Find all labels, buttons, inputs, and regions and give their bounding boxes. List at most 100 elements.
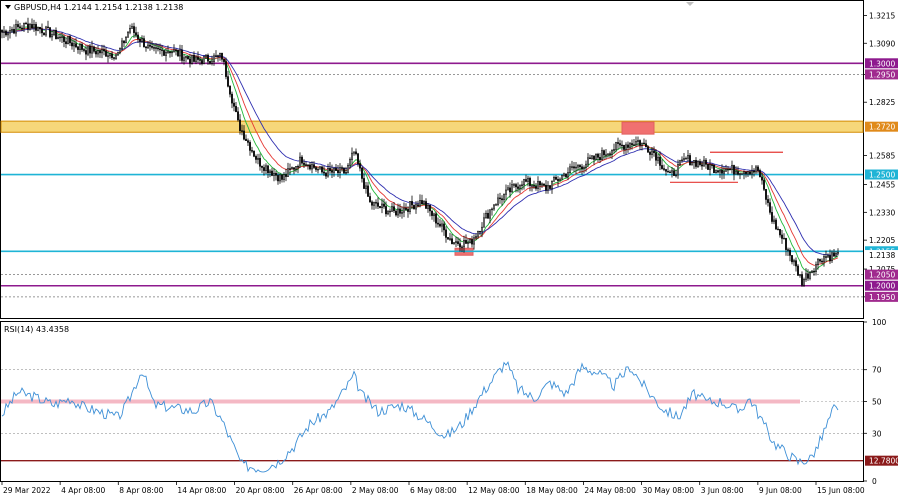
candle-body bbox=[55, 29, 57, 40]
trading-chart[interactable]: 1.3215 1.3090 1.2950 1.2825 1.2585 1.2455 1.23… bbox=[0, 0, 900, 496]
candle-body bbox=[369, 196, 371, 203]
candle-body bbox=[283, 174, 285, 180]
price-tick-label: 1.2585 bbox=[869, 152, 895, 161]
candle-body bbox=[557, 179, 559, 181]
price-panel[interactable] bbox=[0, 0, 864, 319]
candle-body bbox=[223, 59, 225, 62]
price-tag-1-2500: 1.2500 bbox=[869, 171, 895, 180]
candle-body bbox=[451, 238, 453, 245]
candle-body bbox=[591, 155, 593, 159]
candle-body bbox=[389, 210, 391, 213]
candle-body bbox=[199, 59, 201, 61]
candle-body bbox=[497, 197, 499, 205]
candle-body bbox=[227, 76, 229, 87]
candle-body bbox=[149, 44, 151, 47]
candle-body bbox=[51, 34, 53, 38]
candle-body bbox=[773, 219, 775, 222]
candle-body bbox=[37, 26, 39, 31]
candle-body bbox=[75, 43, 77, 48]
candle-body bbox=[601, 150, 603, 161]
candle-body bbox=[159, 48, 161, 51]
candle-body bbox=[831, 252, 833, 262]
candle-body bbox=[69, 36, 71, 44]
candle-body bbox=[193, 54, 195, 62]
candle-body bbox=[379, 206, 381, 209]
candle-body bbox=[763, 179, 765, 190]
candle-body bbox=[339, 167, 341, 174]
candle-body bbox=[107, 55, 109, 57]
time-tick-label: 18 May 08:00 bbox=[526, 486, 578, 495]
candle-body bbox=[231, 93, 233, 104]
candle-body bbox=[269, 170, 271, 174]
candle-body bbox=[809, 272, 811, 279]
candle-body bbox=[239, 119, 241, 131]
candle-body bbox=[309, 164, 311, 170]
candle-body bbox=[471, 239, 473, 245]
price-tag-1-2000: 1.2000 bbox=[869, 282, 895, 291]
candle-body bbox=[571, 166, 573, 168]
candle-body bbox=[655, 152, 657, 161]
candle-body bbox=[17, 24, 19, 28]
price-tick-label: 1.2825 bbox=[869, 98, 895, 107]
candle-body bbox=[453, 242, 455, 245]
candle-body bbox=[673, 170, 675, 176]
candle-body bbox=[221, 52, 223, 60]
candle-body bbox=[397, 208, 399, 216]
candle-body bbox=[387, 211, 389, 215]
candle-body bbox=[789, 249, 791, 256]
candle-body bbox=[507, 187, 509, 191]
candle-body bbox=[153, 47, 155, 49]
candle-body bbox=[101, 49, 103, 54]
candle-body bbox=[599, 157, 601, 161]
candle-body bbox=[573, 166, 575, 169]
candle-body bbox=[349, 159, 351, 166]
candle-body bbox=[5, 30, 7, 36]
candle-body bbox=[521, 184, 523, 186]
candle-body bbox=[205, 54, 207, 57]
candle-body bbox=[835, 252, 837, 257]
candle-body bbox=[683, 158, 685, 161]
candle-body bbox=[125, 36, 127, 44]
candle-body bbox=[625, 144, 627, 150]
time-tick-label: 20 Apr 08:00 bbox=[236, 486, 285, 495]
candle-body bbox=[347, 164, 349, 173]
candle-body bbox=[579, 165, 581, 168]
candle-body bbox=[629, 143, 631, 148]
candle-body bbox=[483, 217, 485, 228]
candle-body bbox=[129, 28, 131, 33]
candle-body bbox=[567, 172, 569, 178]
candle-body bbox=[527, 177, 529, 182]
resistance-marker bbox=[621, 121, 655, 135]
candle-body bbox=[241, 130, 243, 132]
candle-body bbox=[821, 260, 823, 263]
candle-body bbox=[563, 173, 565, 176]
symbol-header: GBPUSD,H4 1.2144 1.2154 1.2138 1.2138 bbox=[14, 3, 183, 12]
candle-body bbox=[543, 183, 545, 186]
candle-body bbox=[313, 164, 315, 168]
candle-body bbox=[35, 24, 37, 31]
candle-body bbox=[633, 144, 635, 146]
candle-body bbox=[819, 259, 821, 262]
candle-body bbox=[805, 273, 807, 280]
rsi-header: RSI(14) 43.4358 bbox=[4, 325, 69, 334]
candle-body bbox=[775, 219, 777, 230]
candle-body bbox=[303, 162, 305, 165]
candle-body bbox=[431, 210, 433, 216]
candle-body bbox=[63, 36, 65, 42]
price-tag-1-3000: 1.3000 bbox=[869, 59, 895, 68]
candle-body bbox=[707, 164, 709, 170]
candle-body bbox=[815, 264, 817, 272]
candle-body bbox=[83, 49, 85, 51]
candle-body bbox=[187, 56, 189, 60]
candle-body bbox=[31, 24, 33, 29]
time-tick-label: 26 Apr 08:00 bbox=[294, 486, 343, 495]
candle-body bbox=[445, 229, 447, 238]
candle-body bbox=[745, 171, 747, 175]
candle-body bbox=[255, 156, 257, 160]
candle-body bbox=[413, 204, 415, 210]
candle-body bbox=[723, 171, 725, 174]
candle-body bbox=[657, 156, 659, 161]
candle-body bbox=[743, 171, 745, 174]
candle-body bbox=[61, 36, 63, 38]
candle-body bbox=[461, 246, 463, 248]
